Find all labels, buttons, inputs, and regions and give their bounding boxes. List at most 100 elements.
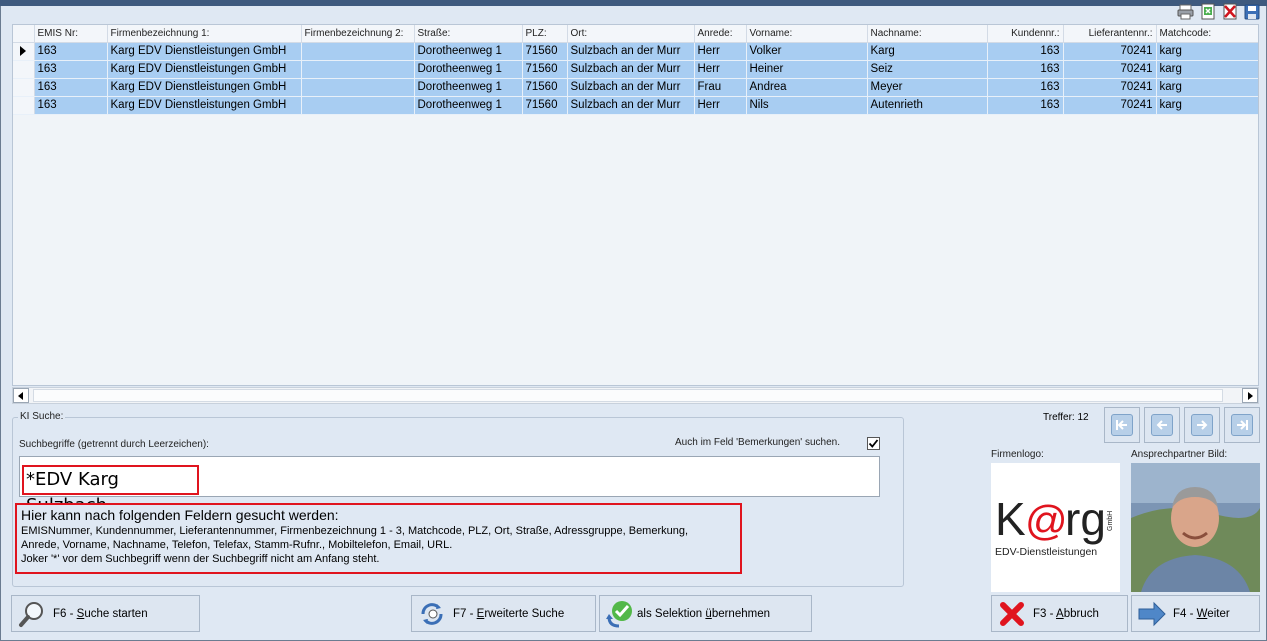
table-row[interactable]: 163 Karg EDV Dienstleistungen GmbH Dorothe… (13, 78, 1258, 97)
table-cell[interactable]: Frau (694, 78, 747, 97)
table-cell[interactable]: 163 (987, 60, 1064, 79)
table-cell[interactable]: karg (1156, 96, 1258, 115)
table-cell[interactable]: 163 (987, 96, 1064, 115)
table-cell[interactable]: Karg (867, 42, 988, 61)
scroll-right-button[interactable] (1242, 388, 1258, 403)
column-header[interactable]: Firmenbezeichnung 1: (107, 25, 302, 43)
column-header[interactable]: Kundennr.: (987, 25, 1064, 43)
karg-logo-image: K @ rg GmbH EDV-Dienstleistungen (991, 463, 1120, 592)
column-header[interactable]: Ort: (567, 25, 695, 43)
table-cell[interactable]: Karg EDV Dienstleistungen GmbH (107, 42, 302, 61)
print-icon[interactable] (1176, 2, 1195, 21)
info-line: EMISNummer, Kundennummer, Lieferantennum… (21, 525, 689, 537)
column-header[interactable]: Firmenbezeichnung 2: (301, 25, 415, 43)
cancel-button[interactable]: F3 - Abbruch (991, 595, 1128, 632)
start-search-button[interactable]: F6 - Suche starten (11, 595, 200, 632)
search-input[interactable]: *EDV Karg Sulzbach (19, 456, 880, 516)
result-grid[interactable]: EMIS Nr: Firmenbezeichnung 1: Firmenbeze… (12, 24, 1259, 386)
table-cell[interactable]: Volker (746, 42, 868, 61)
next-record-button[interactable] (1184, 407, 1220, 443)
table-cell[interactable]: 70241 (1063, 96, 1157, 115)
row-indicator[interactable] (13, 96, 35, 115)
horizontal-scrollbar[interactable] (12, 387, 1259, 404)
table-cell[interactable]: Andrea (746, 78, 868, 97)
table-cell[interactable]: 71560 (522, 42, 568, 61)
table-row[interactable]: 163 Karg EDV Dienstleistungen GmbH Dorothe… (13, 96, 1258, 115)
table-cell[interactable]: 163 (987, 42, 1064, 61)
delete-icon[interactable] (1220, 2, 1239, 21)
column-header[interactable]: PLZ: (522, 25, 568, 43)
table-cell[interactable] (301, 60, 415, 79)
last-record-button[interactable] (1224, 407, 1260, 443)
table-cell[interactable]: Karg EDV Dienstleistungen GmbH (107, 78, 302, 97)
table-cell[interactable]: Dorotheenweg 1 (414, 42, 523, 61)
remarks-checkbox[interactable] (867, 437, 880, 450)
table-cell[interactable] (301, 78, 415, 97)
start-search-label: F6 - Suche starten (53, 607, 148, 620)
apply-selection-button[interactable]: als Selektion übernehmen (599, 595, 812, 632)
scroll-left-button[interactable] (13, 388, 29, 403)
table-cell[interactable]: Sulzbach an der Murr (567, 60, 695, 79)
table-cell[interactable]: Sulzbach an der Murr (567, 96, 695, 115)
first-record-button[interactable] (1104, 407, 1140, 443)
table-row[interactable]: 163 Karg EDV Dienstleistungen GmbH Dorothe… (13, 42, 1258, 61)
table-row[interactable]: 163 Karg EDV Dienstleistungen GmbH Dorothe… (13, 60, 1258, 79)
table-cell[interactable]: Dorotheenweg 1 (414, 78, 523, 97)
column-header[interactable]: Nachname: (867, 25, 988, 43)
table-cell[interactable]: karg (1156, 60, 1258, 79)
table-cell[interactable]: Karg EDV Dienstleistungen GmbH (107, 60, 302, 79)
table-cell[interactable]: karg (1156, 78, 1258, 97)
table-cell[interactable]: 70241 (1063, 42, 1157, 61)
column-header[interactable]: Matchcode: (1156, 25, 1258, 43)
table-cell[interactable]: Heiner (746, 60, 868, 79)
save-icon[interactable] (1242, 2, 1261, 21)
scrollbar-thumb[interactable] (33, 389, 1223, 402)
column-header[interactable]: Anrede: (694, 25, 747, 43)
table-cell[interactable]: 163 (34, 78, 108, 97)
export-icon[interactable] (1198, 2, 1217, 21)
ki-search-label: KI Suche: (18, 411, 66, 422)
table-cell[interactable]: Nils (746, 96, 868, 115)
previous-record-button[interactable] (1144, 407, 1180, 443)
table-cell[interactable]: Sulzbach an der Murr (567, 42, 695, 61)
table-cell[interactable]: 71560 (522, 78, 568, 97)
table-cell[interactable]: 71560 (522, 60, 568, 79)
check-arrow-icon (605, 599, 635, 629)
apply-selection-label: als Selektion übernehmen (637, 607, 770, 620)
last-icon (1237, 420, 1248, 430)
table-cell[interactable]: Dorotheenweg 1 (414, 96, 523, 115)
table-cell[interactable]: Meyer (867, 78, 988, 97)
column-header[interactable]: Vorname: (746, 25, 868, 43)
table-cell[interactable]: 71560 (522, 96, 568, 115)
table-cell[interactable]: 163 (34, 96, 108, 115)
table-cell[interactable]: Herr (694, 42, 747, 61)
table-cell[interactable]: Sulzbach an der Murr (567, 78, 695, 97)
next-label: F4 - Weiter (1173, 607, 1230, 620)
table-cell[interactable]: 163 (34, 60, 108, 79)
next-button[interactable]: F4 - Weiter (1131, 595, 1260, 632)
table-cell[interactable]: karg (1156, 42, 1258, 61)
contact-photo (1131, 463, 1260, 592)
table-cell[interactable]: Autenrieth (867, 96, 988, 115)
table-cell[interactable]: 163 (987, 78, 1064, 97)
column-header[interactable]: Straße: (414, 25, 523, 43)
cancel-label: F3 - Abbruch (1033, 607, 1099, 620)
table-cell[interactable] (301, 42, 415, 61)
row-indicator[interactable] (13, 60, 35, 79)
extended-search-label: F7 - Erweiterte Suche (453, 607, 565, 620)
table-cell[interactable] (301, 96, 415, 115)
table-cell[interactable]: 70241 (1063, 60, 1157, 79)
table-cell[interactable]: Herr (694, 60, 747, 79)
table-cell[interactable]: 70241 (1063, 78, 1157, 97)
table-cell[interactable]: Dorotheenweg 1 (414, 60, 523, 79)
column-header[interactable]: Lieferantennr.: (1063, 25, 1157, 43)
extended-search-button[interactable]: F7 - Erweiterte Suche (411, 595, 596, 632)
table-cell[interactable]: Karg EDV Dienstleistungen GmbH (107, 96, 302, 115)
table-cell[interactable]: Seiz (867, 60, 988, 79)
blue-arrow-right-icon (1137, 599, 1167, 629)
table-cell[interactable]: 163 (34, 42, 108, 61)
row-indicator[interactable] (13, 78, 35, 97)
row-indicator[interactable] (13, 42, 35, 61)
table-cell[interactable]: Herr (694, 96, 747, 115)
column-header[interactable]: EMIS Nr: (34, 25, 108, 43)
